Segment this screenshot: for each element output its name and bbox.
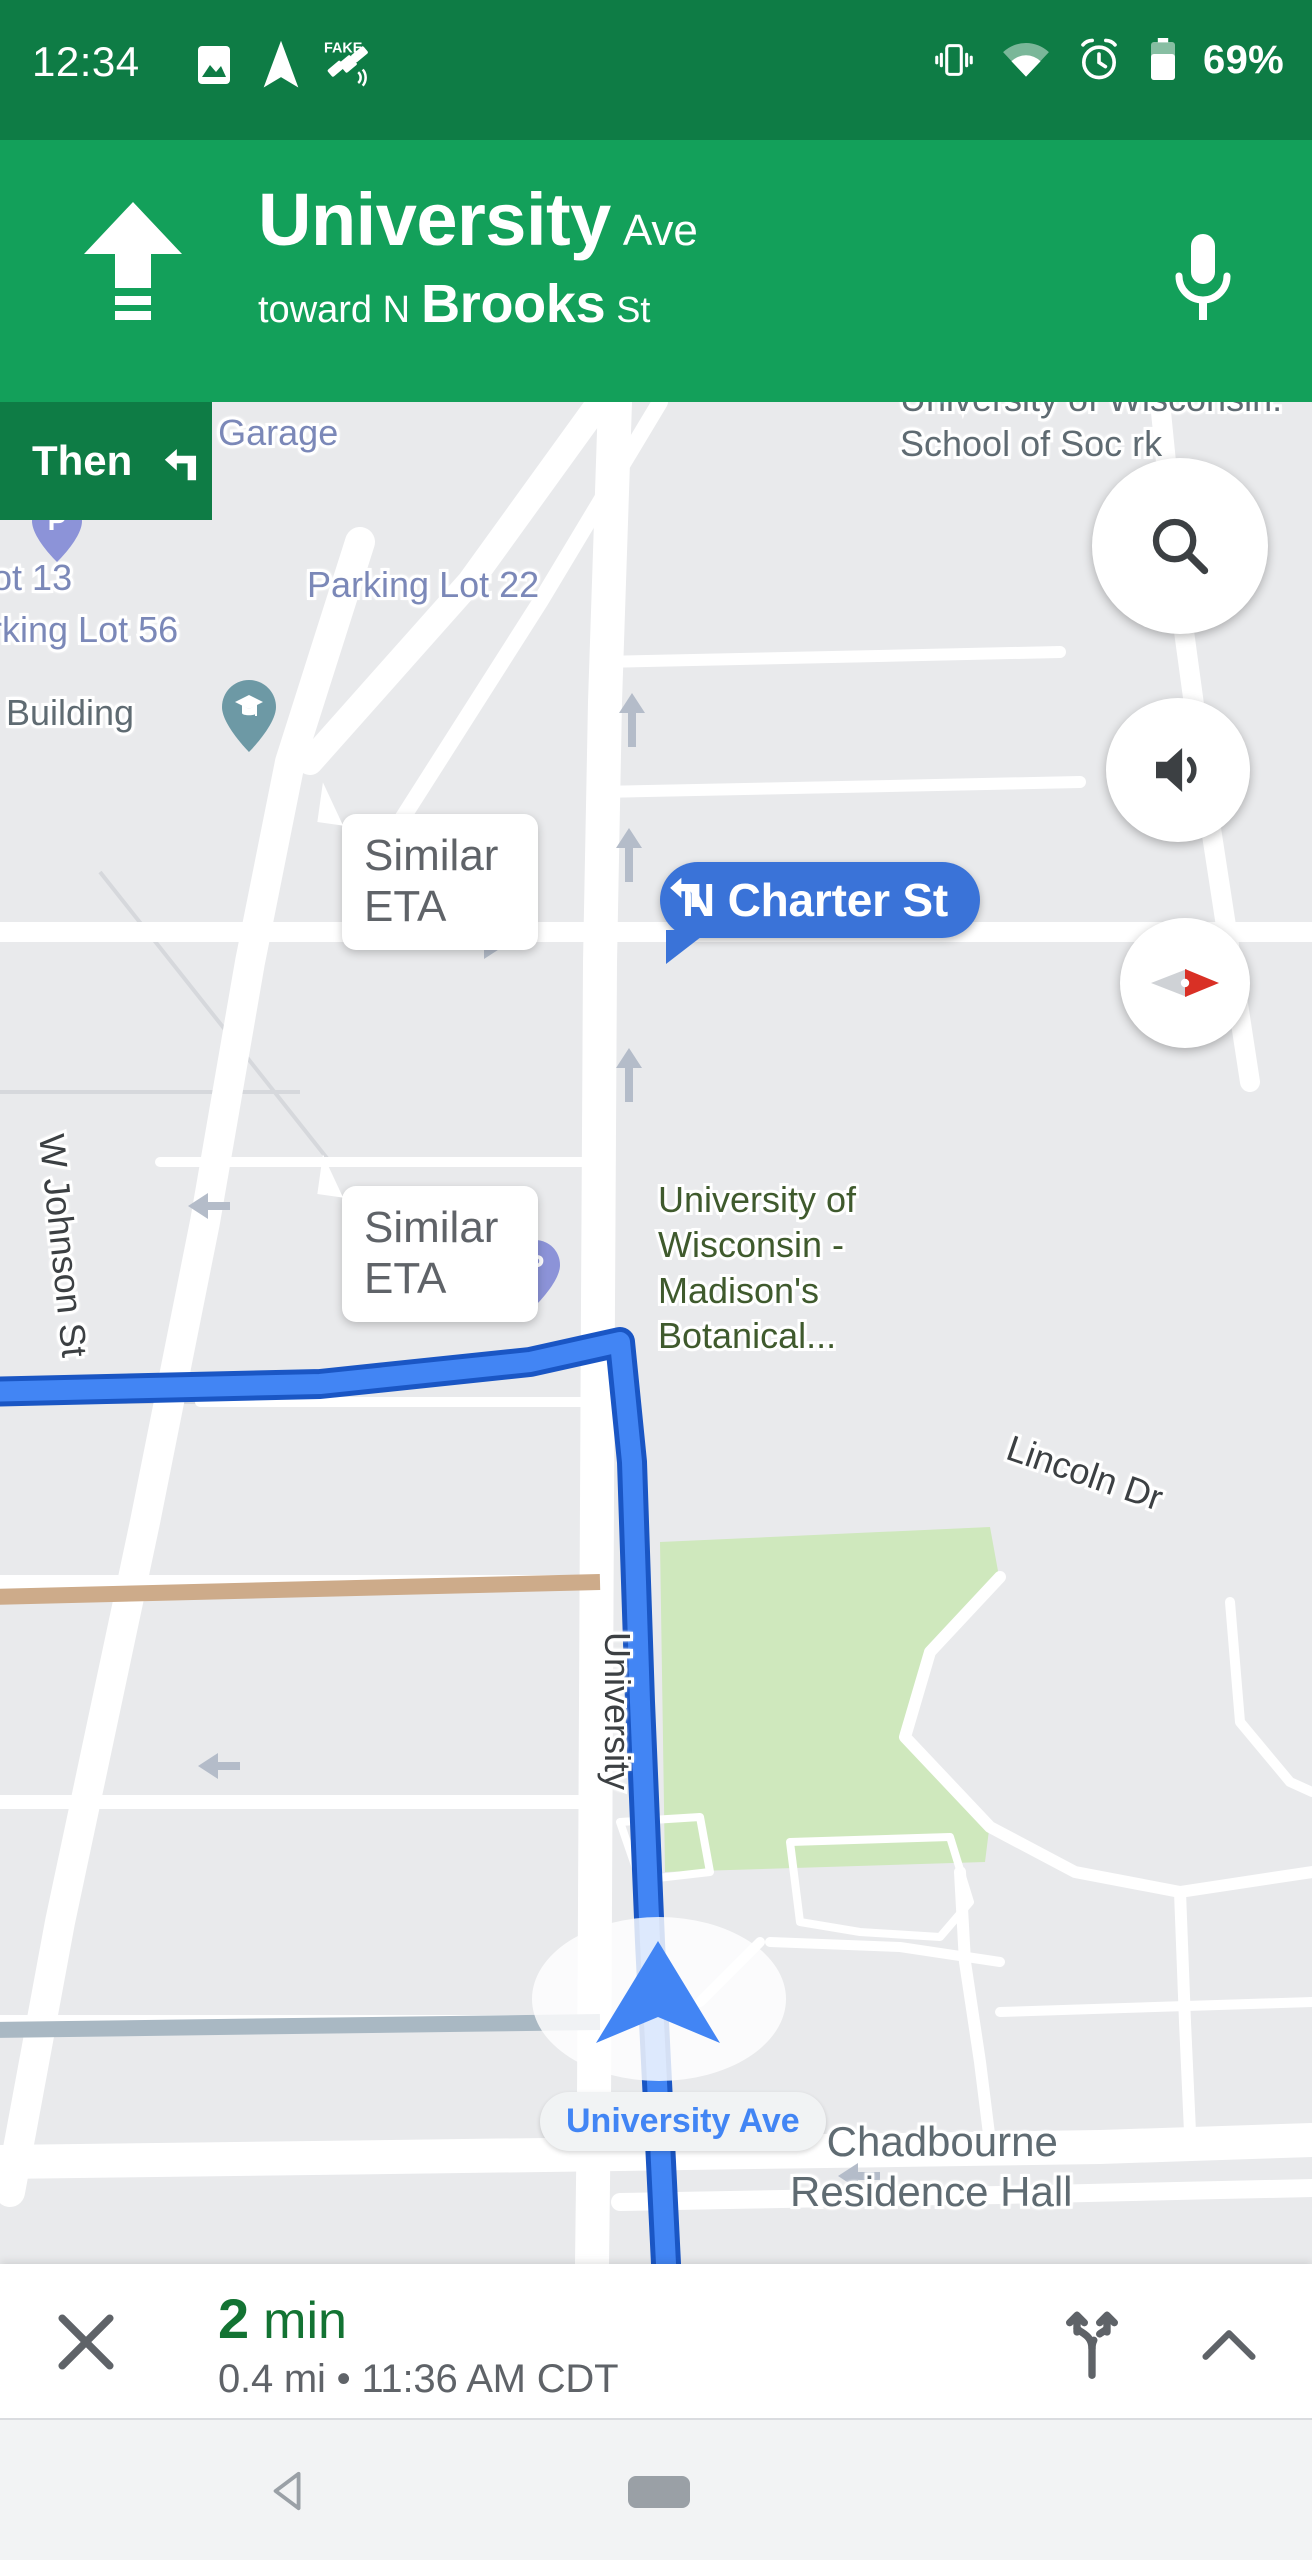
status-left-icons: FAKE [190, 38, 378, 92]
similar-eta-label-1: Similar ETA [364, 831, 499, 932]
compass-icon [1151, 969, 1219, 997]
turn-left-icon [165, 448, 197, 481]
user-street-pill: University Ave [540, 2092, 826, 2151]
school-pin-ry-building[interactable] [222, 680, 276, 752]
similar-eta-tail-2 [317, 1154, 349, 1198]
trip-summary: 2 min 0.4 mi • 11:36 AM CDT [218, 2286, 619, 2402]
compass-fab[interactable] [1120, 918, 1250, 1048]
navigation-arrow-icon [596, 1941, 720, 2043]
status-right-icons: 69% [931, 36, 1284, 84]
volume-on-icon [1156, 748, 1197, 792]
search-icon [1152, 518, 1209, 575]
similar-eta-tail-1 [317, 782, 349, 826]
turn-left-icon [670, 877, 700, 907]
route-callout-label: N Charter St [682, 874, 948, 926]
wifi-icon [1003, 42, 1049, 77]
chevron-up-icon[interactable] [1194, 2310, 1264, 2380]
back-triangle-icon[interactable] [266, 2468, 312, 2514]
trip-bottom-sheet: 2 min 0.4 mi • 11:36 AM CDT [0, 2264, 1312, 2420]
battery-percent: 69% [1203, 37, 1284, 82]
status-bar: 12:34 FAKE 69% [0, 0, 1312, 140]
school-pin-social-work[interactable] [915, 402, 969, 404]
microphone-icon[interactable] [1166, 232, 1240, 332]
trip-details: 0.4 mi • 11:36 AM CDT [218, 2357, 619, 2401]
similar-eta-callout-1[interactable]: Similar ETA [317, 782, 538, 951]
nav-toward-street: Brooks [421, 274, 606, 335]
navigation-instruction: University Ave toward N Brooks St [258, 182, 1112, 335]
route-alternatives-icon[interactable] [1052, 2302, 1132, 2382]
eta-unit: min [263, 2292, 347, 2350]
status-clock: 12:34 [32, 38, 140, 85]
battery-icon [1151, 38, 1176, 80]
android-nav-bar [0, 2420, 1312, 2560]
callout-tail [666, 930, 710, 964]
nav-street-name: University [258, 178, 611, 261]
straight-ahead-arrow-icon [84, 202, 182, 320]
nav-street-suffix: Ave [622, 206, 698, 255]
similar-eta-label-2: Similar ETA [364, 1203, 499, 1304]
home-pill-icon[interactable] [628, 2476, 690, 2508]
nav-toward-suffix: St [616, 289, 651, 331]
nav-toward-prefix: toward N [258, 289, 411, 332]
fake-gps-satellite-icon: FAKE [324, 40, 368, 87]
alarm-icon [1081, 38, 1117, 80]
then-label: Then [32, 437, 133, 484]
sound-fab[interactable] [1106, 698, 1250, 842]
close-icon[interactable] [48, 2304, 124, 2380]
eta-number: 2 [218, 2287, 250, 2350]
search-fab[interactable] [1092, 458, 1268, 634]
app-root: Engine Cam Henry Mall N Randall Ave Unio… [0, 0, 1312, 2560]
route-callout-n-charter-st[interactable]: N Charter St [660, 862, 980, 964]
user-location-marker [532, 1917, 786, 2081]
bottom-divider [0, 2418, 1312, 2420]
then-banner: Then [0, 402, 212, 520]
user-street-label: University Ave [566, 2102, 800, 2140]
map-canvas[interactable]: Engine Cam Henry Mall N Randall Ave Unio… [0, 402, 1312, 2264]
vibrate-icon [935, 44, 973, 76]
similar-eta-callout-2[interactable]: Similar ETA [317, 1154, 538, 1323]
navigation-header: University Ave toward N Brooks St [0, 140, 1312, 402]
photo-icon [198, 46, 230, 84]
navigation-arrow-icon [263, 40, 299, 88]
